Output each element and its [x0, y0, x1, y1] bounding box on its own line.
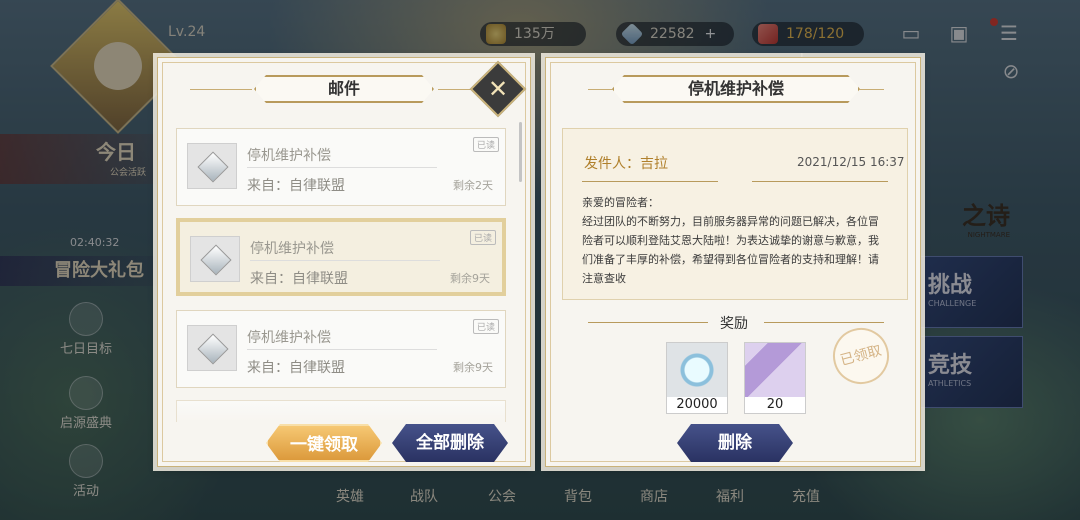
- rewards-title: 奖励: [720, 316, 748, 332]
- mail-list-scrollbar[interactable]: [519, 122, 522, 182]
- mail-list-item-partial[interactable]: [176, 400, 506, 422]
- content-divider-left: [582, 181, 718, 182]
- mail-body: 亲爱的冒险者： 经过团队的不断努力，目前服务器异常的问题已解决，各位冒险者可以顺…: [582, 193, 887, 288]
- mail-date: 2021/12/15 16:37: [797, 155, 905, 169]
- reward-count: 20: [745, 397, 805, 413]
- summon-scroll-icon: [745, 343, 805, 397]
- mail-sender: 来自：自律联盟: [250, 271, 348, 287]
- mail-sender: 来自：自律联盟: [247, 360, 345, 376]
- title-ornament-right: [438, 89, 474, 90]
- reward-divider-left: [588, 322, 708, 323]
- mail-remaining-days: 剩余9天: [450, 272, 490, 285]
- mail-message: 经过团队的不断努力，目前服务器异常的问题已解决，各位冒险者可以顺利登陆艾恩大陆啦…: [582, 215, 879, 285]
- mail-sender-name: 发件人：吉拉: [584, 156, 668, 172]
- content-divider-right: [752, 181, 888, 182]
- mail-title: 停机维护补偿: [247, 330, 331, 346]
- title-ornament-left: [190, 89, 252, 90]
- mail-divider: [250, 260, 440, 261]
- mail-detail-title: 停机维护补偿: [612, 75, 860, 103]
- mail-divider: [247, 349, 437, 350]
- mail-greeting: 亲爱的冒险者：: [582, 196, 659, 209]
- mail-title: 停机维护补偿: [250, 241, 334, 257]
- mail-list-item[interactable]: 停机维护补偿 来自：自律联盟 剩余2天 已读: [176, 128, 506, 206]
- diamond-icon: [187, 143, 237, 189]
- mail-title: 停机维护补偿: [247, 148, 331, 164]
- mail-sender: 来自：自律联盟: [247, 178, 345, 194]
- claim-all-button[interactable]: 一键领取: [266, 424, 382, 462]
- delete-all-button[interactable]: 全部删除: [392, 424, 508, 462]
- delete-button[interactable]: 删除: [677, 424, 793, 462]
- diamond-icon: [667, 343, 727, 397]
- mail-remaining-days: 剩余2天: [453, 179, 493, 192]
- reward-divider-right: [764, 322, 884, 323]
- mail-panel-title: 邮件: [254, 75, 434, 103]
- mail-list-item[interactable]: 停机维护补偿 来自：自律联盟 剩余9天 已读: [176, 310, 506, 388]
- reward-item[interactable]: 20: [744, 342, 806, 414]
- read-badge: 已读: [469, 230, 496, 245]
- mail-remaining-days: 剩余9天: [453, 361, 493, 374]
- diamond-icon: [187, 325, 237, 371]
- diamond-icon: [190, 236, 240, 282]
- title-ornament-left: [588, 89, 614, 90]
- close-x-icon: ✕: [487, 75, 509, 103]
- title-ornament-right: [858, 89, 884, 90]
- mail-list-item-selected[interactable]: 停机维护补偿 来自：自律联盟 剩余9天 已读: [176, 218, 506, 296]
- read-badge: 已读: [472, 319, 499, 334]
- read-badge: 已读: [472, 137, 499, 152]
- mail-divider: [247, 167, 437, 168]
- reward-item[interactable]: 20000: [666, 342, 728, 414]
- reward-count: 20000: [667, 397, 727, 413]
